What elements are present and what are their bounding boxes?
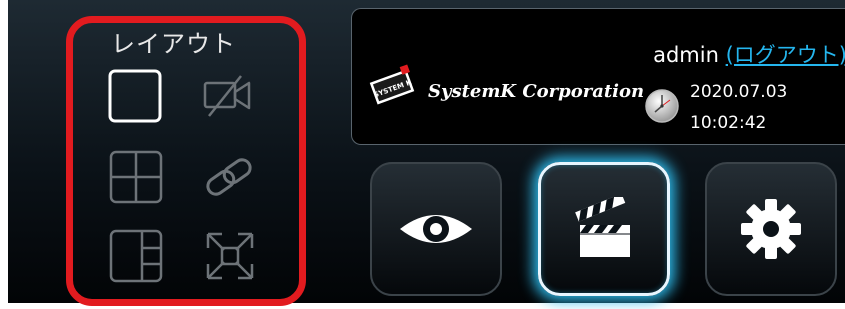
clapperboard-icon	[575, 197, 630, 257]
layout-quad-view-button[interactable]	[108, 149, 164, 205]
settings-button[interactable]	[705, 162, 837, 296]
layout-split-view-button[interactable]	[108, 228, 164, 284]
layout-title: レイアウト	[111, 30, 236, 58]
eye-icon	[400, 215, 472, 243]
camera-off-icon	[203, 75, 251, 117]
split-layout-icon	[109, 229, 163, 283]
playback-button[interactable]	[538, 162, 670, 296]
fullscreen-button[interactable]	[202, 228, 258, 284]
username: admin	[653, 43, 719, 67]
live-view-button[interactable]	[370, 162, 502, 296]
user-info: admin (ログアウト)	[653, 39, 845, 69]
current-date: 2020.07.03	[690, 82, 788, 102]
current-time: 10:02:42	[690, 113, 767, 133]
header-info-panel: admin (ログアウト) SYSTEM K SystemK Corporati…	[351, 8, 845, 145]
clock-icon	[644, 88, 680, 124]
logout-link[interactable]: (ログアウト)	[726, 43, 845, 67]
company-name: SystemK Corporation	[428, 81, 645, 102]
chain-link-icon	[206, 158, 252, 196]
app-window: レイアウト admin (ログアウト) SYSTEM K SystemK Cor…	[8, 0, 845, 306]
gear-icon	[741, 199, 801, 259]
layout-highlight-frame	[66, 16, 306, 306]
link-button[interactable]	[201, 149, 257, 205]
company-logo: SYSTEM K	[366, 63, 418, 111]
layout-single-view-button[interactable]	[107, 68, 163, 124]
camera-off-button[interactable]	[199, 68, 255, 124]
single-square-icon	[108, 69, 162, 123]
expand-arrows-icon	[206, 232, 254, 280]
quad-grid-icon	[109, 150, 163, 204]
